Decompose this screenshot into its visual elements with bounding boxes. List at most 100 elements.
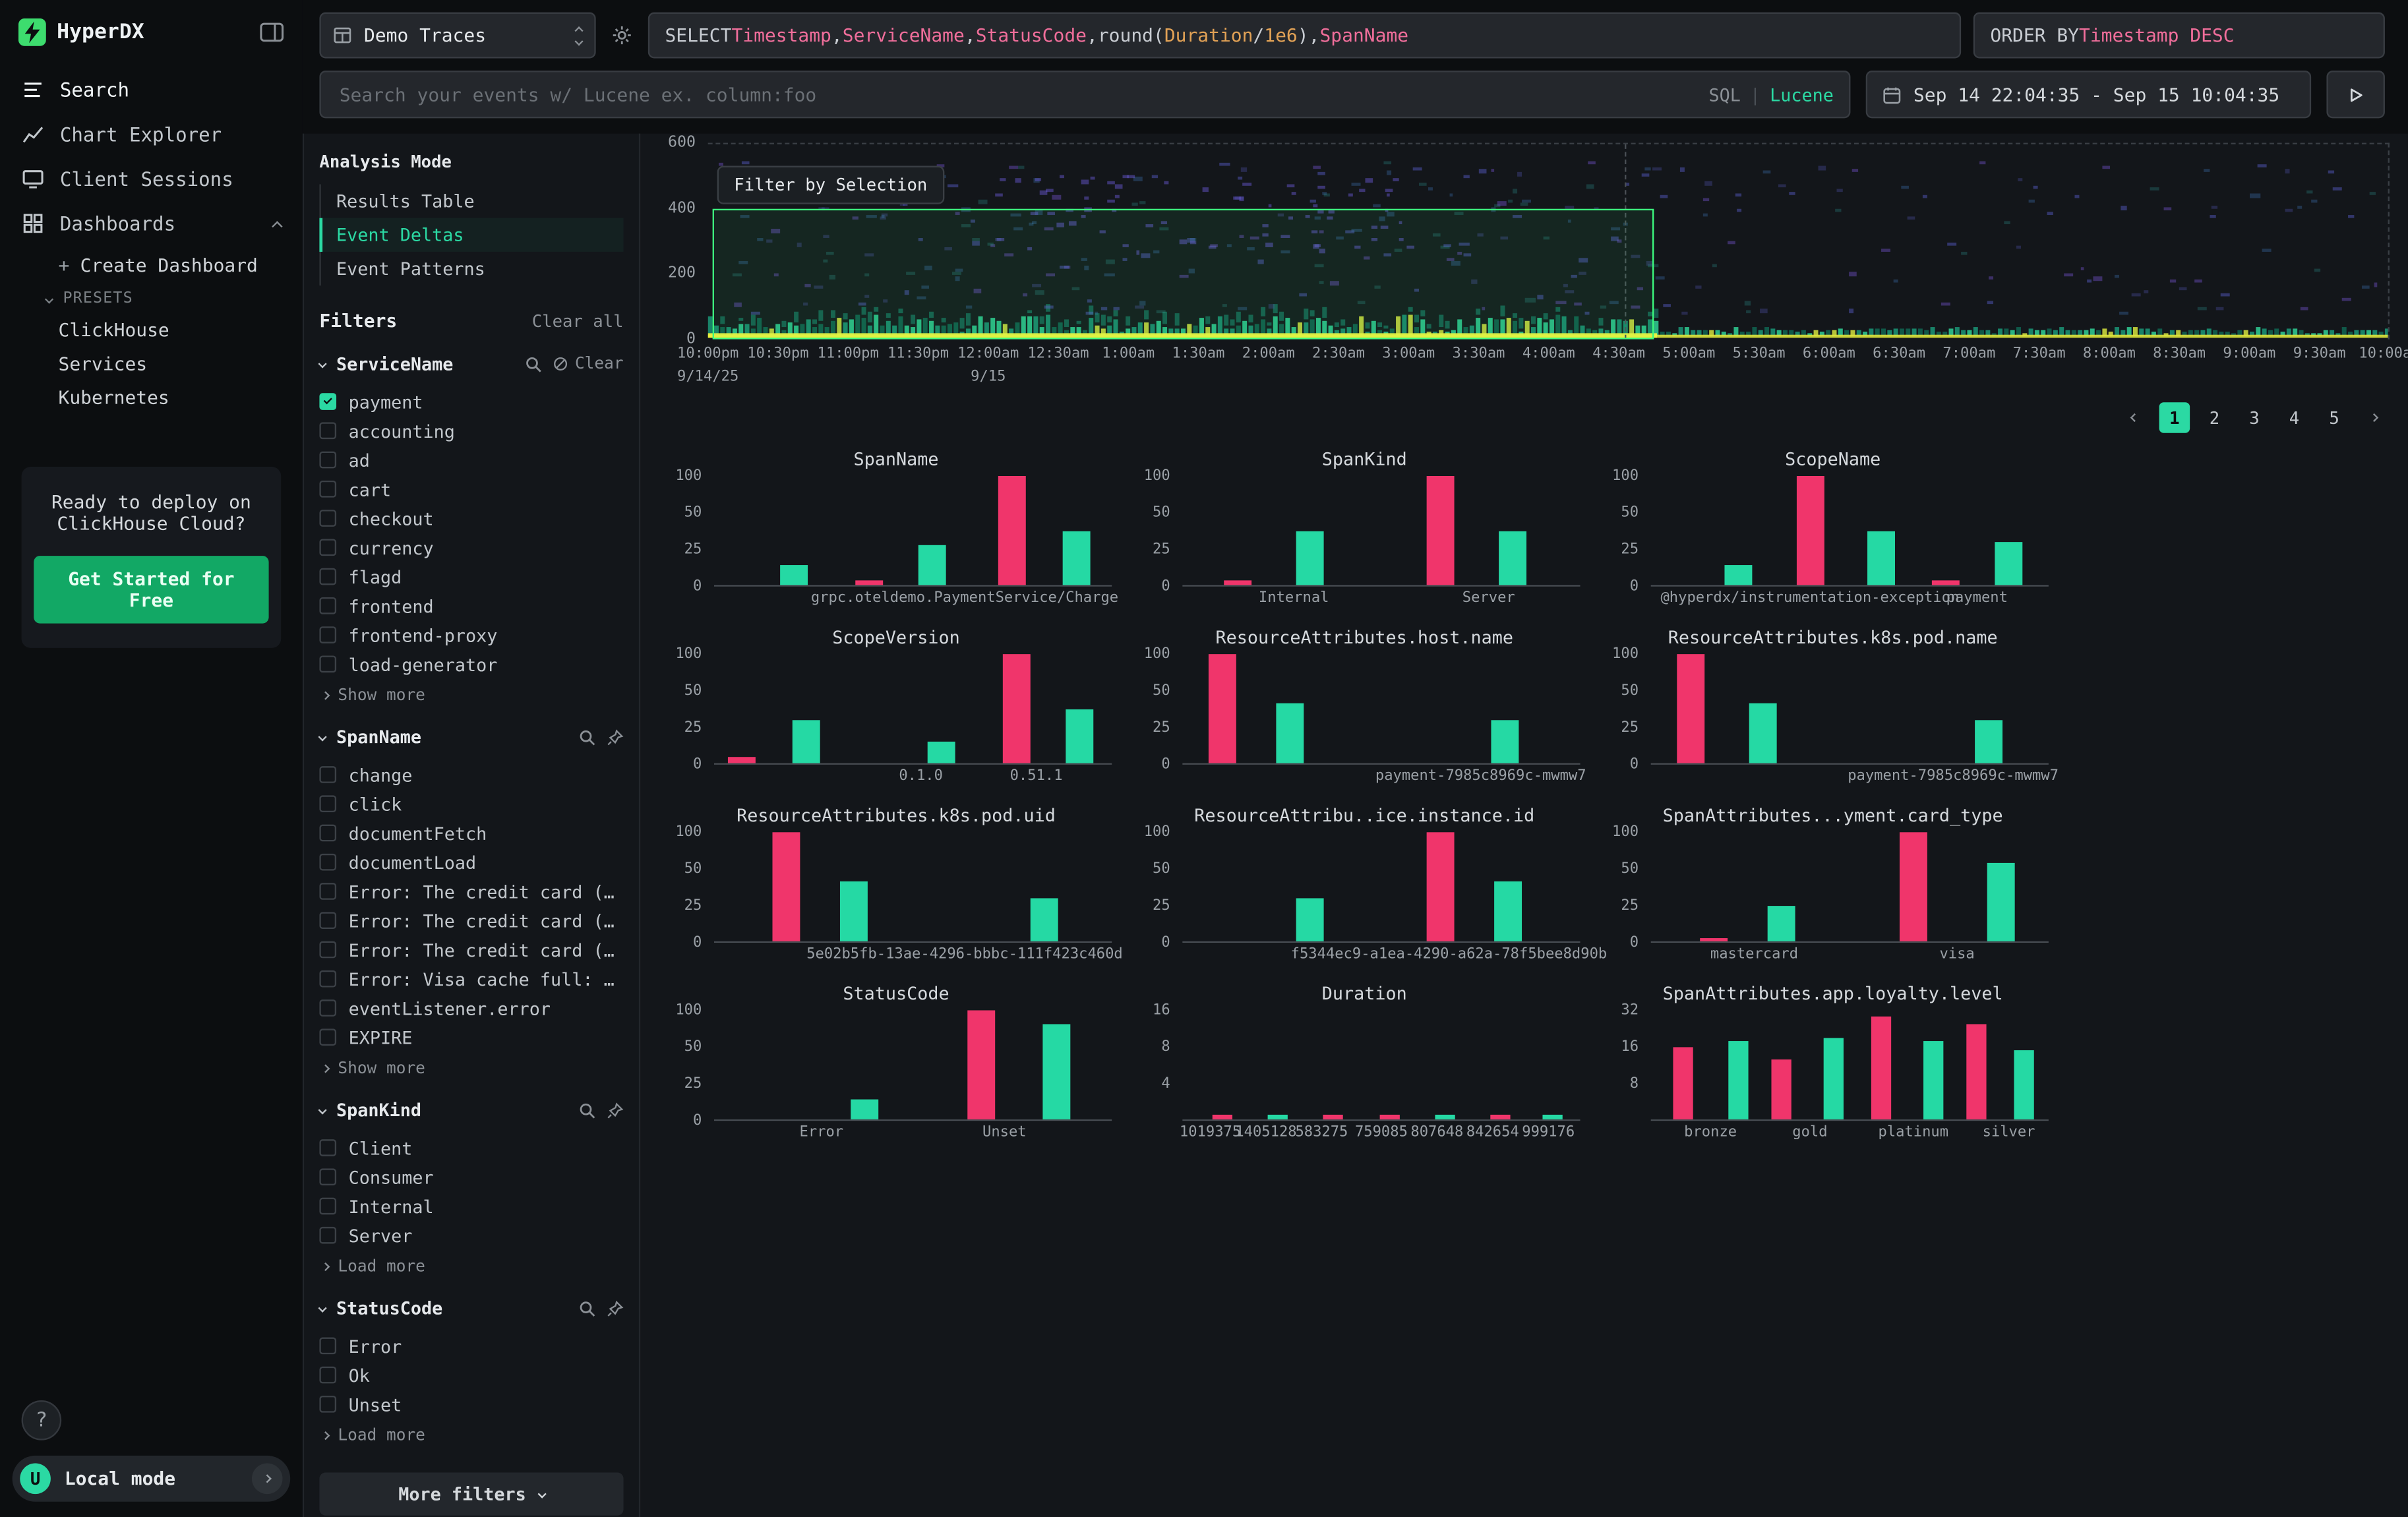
bar-green[interactable] <box>792 719 820 763</box>
checkbox[interactable] <box>319 1396 336 1413</box>
brand[interactable]: HyperDX <box>18 18 144 46</box>
bar-pink[interactable] <box>998 476 1026 585</box>
heatmap-plot[interactable]: Filter by Selection <box>708 143 2390 340</box>
filter-option[interactable]: Unset <box>319 1390 623 1419</box>
checkbox[interactable] <box>319 539 336 556</box>
prev-page-button[interactable] <box>2119 402 2150 433</box>
filter-option[interactable]: payment <box>319 387 623 416</box>
sql-query-input[interactable]: SELECT Timestamp, ServiceName, StatusCod… <box>648 13 1961 59</box>
sql-mode-toggle[interactable]: SQL <box>1709 84 1741 105</box>
filter-option[interactable]: Server <box>319 1221 623 1250</box>
bar-green[interactable] <box>1276 703 1304 763</box>
help-button[interactable]: ? <box>22 1400 62 1441</box>
bar-green[interactable] <box>1749 703 1776 763</box>
bar-green[interactable] <box>1031 898 1058 941</box>
filter-option[interactable]: documentFetch <box>319 818 623 847</box>
checkbox[interactable] <box>319 795 336 812</box>
order-by-input[interactable]: ORDER BY Timestamp DESC <box>1973 13 2385 59</box>
sidebar-item-search[interactable]: Search <box>0 67 303 112</box>
bar-pink[interactable] <box>1427 832 1455 941</box>
checkbox[interactable] <box>319 766 336 783</box>
bar-green[interactable] <box>1296 898 1323 941</box>
show-more-button[interactable]: Load more <box>322 1427 623 1445</box>
checkbox[interactable] <box>319 655 336 672</box>
checkbox[interactable] <box>319 481 336 498</box>
bar-pink[interactable] <box>855 581 883 585</box>
sidebar-item-client-sessions[interactable]: Client Sessions <box>0 157 303 202</box>
filter-by-selection-button[interactable]: Filter by Selection <box>717 166 944 204</box>
filter-option[interactable]: eventListener.error <box>319 994 623 1023</box>
next-page-button[interactable] <box>2359 402 2390 433</box>
pin-icon[interactable] <box>607 1102 624 1119</box>
filter-option[interactable]: Internal <box>319 1191 623 1220</box>
checkbox[interactable] <box>319 568 336 585</box>
bar-pink[interactable] <box>1673 1048 1693 1119</box>
page-button-3[interactable]: 3 <box>2239 402 2270 433</box>
gear-icon[interactable] <box>608 24 636 46</box>
heatmap-selection[interactable] <box>713 209 1654 340</box>
filter-option[interactable]: Error: Visa cache full: … <box>319 965 623 994</box>
bar-green[interactable] <box>1987 863 2015 941</box>
chevron-down-icon[interactable] <box>318 732 327 741</box>
more-filters-button[interactable]: More filters <box>319 1473 623 1516</box>
bar-green[interactable] <box>1495 881 1522 941</box>
bar-green[interactable] <box>927 741 955 763</box>
lucene-mode-toggle[interactable]: Lucene <box>1770 84 1834 105</box>
bar-green[interactable] <box>1066 709 1094 763</box>
analysis-mode-results-table[interactable]: Results Table <box>321 184 624 218</box>
analysis-mode-event-deltas[interactable]: Event Deltas <box>319 218 623 252</box>
filter-option[interactable]: ad <box>319 445 623 474</box>
bar-pink[interactable] <box>1677 654 1704 763</box>
bar-green[interactable] <box>1062 531 1090 585</box>
bar-green[interactable] <box>1491 719 1519 763</box>
checkbox[interactable] <box>319 393 336 410</box>
filter-option[interactable]: Client <box>319 1133 623 1162</box>
checkbox[interactable] <box>319 854 336 871</box>
checkbox[interactable] <box>319 912 336 929</box>
filter-option[interactable]: Error: The credit card (… <box>319 906 623 935</box>
bar-green[interactable] <box>1042 1023 1070 1119</box>
clear-all-button[interactable]: Clear all <box>532 311 624 331</box>
checkbox[interactable] <box>319 1367 336 1384</box>
checkbox[interactable] <box>319 1227 336 1244</box>
bar-green[interactable] <box>1868 531 1896 585</box>
chevron-right-icon[interactable] <box>252 1464 283 1495</box>
search-icon[interactable] <box>579 729 596 746</box>
bar-pink[interactable] <box>1871 1016 1891 1119</box>
filter-option[interactable]: Error: The credit card (… <box>319 935 623 964</box>
checkbox[interactable] <box>319 1028 336 1046</box>
search-icon[interactable] <box>526 355 543 372</box>
show-more-button[interactable]: Show more <box>322 686 623 705</box>
bar-pink[interactable] <box>1323 1115 1343 1119</box>
sidebar-collapse-icon[interactable] <box>260 20 284 44</box>
bar-pink[interactable] <box>1002 654 1030 763</box>
bar-pink[interactable] <box>1224 581 1252 585</box>
pin-icon[interactable] <box>607 729 624 746</box>
bar-green[interactable] <box>1296 531 1323 585</box>
sidebar-item-chart-explorer[interactable]: Chart Explorer <box>0 112 303 157</box>
page-button-4[interactable]: 4 <box>2279 402 2310 433</box>
bar-pink[interactable] <box>1931 581 1959 585</box>
sidebar-item-clickhouse[interactable]: ClickHouse <box>0 313 303 347</box>
filter-option[interactable]: Error: The credit card (… <box>319 877 623 906</box>
bar-green[interactable] <box>1435 1115 1455 1119</box>
filter-option[interactable]: Ok <box>319 1360 623 1389</box>
filter-option[interactable]: EXPIRE <box>319 1023 623 1052</box>
source-select[interactable]: Demo Traces <box>319 13 595 59</box>
bar-pink[interactable] <box>1427 476 1455 585</box>
bar-green[interactable] <box>851 1100 879 1119</box>
checkbox[interactable] <box>319 452 336 469</box>
bar-green[interactable] <box>839 881 867 941</box>
chevron-down-icon[interactable] <box>318 1304 327 1313</box>
bar-green[interactable] <box>1768 905 1796 941</box>
checkbox[interactable] <box>319 1198 336 1215</box>
filter-option[interactable]: cart <box>319 475 623 504</box>
search-icon[interactable] <box>579 1102 596 1119</box>
bar-green[interactable] <box>1499 531 1526 585</box>
bar-green[interactable] <box>1975 719 2002 763</box>
analysis-mode-event-patterns[interactable]: Event Patterns <box>321 252 624 285</box>
filter-option[interactable]: accounting <box>319 416 623 445</box>
page-button-2[interactable]: 2 <box>2199 402 2230 433</box>
checkbox[interactable] <box>319 970 336 988</box>
bar-pink[interactable] <box>1967 1023 1987 1119</box>
